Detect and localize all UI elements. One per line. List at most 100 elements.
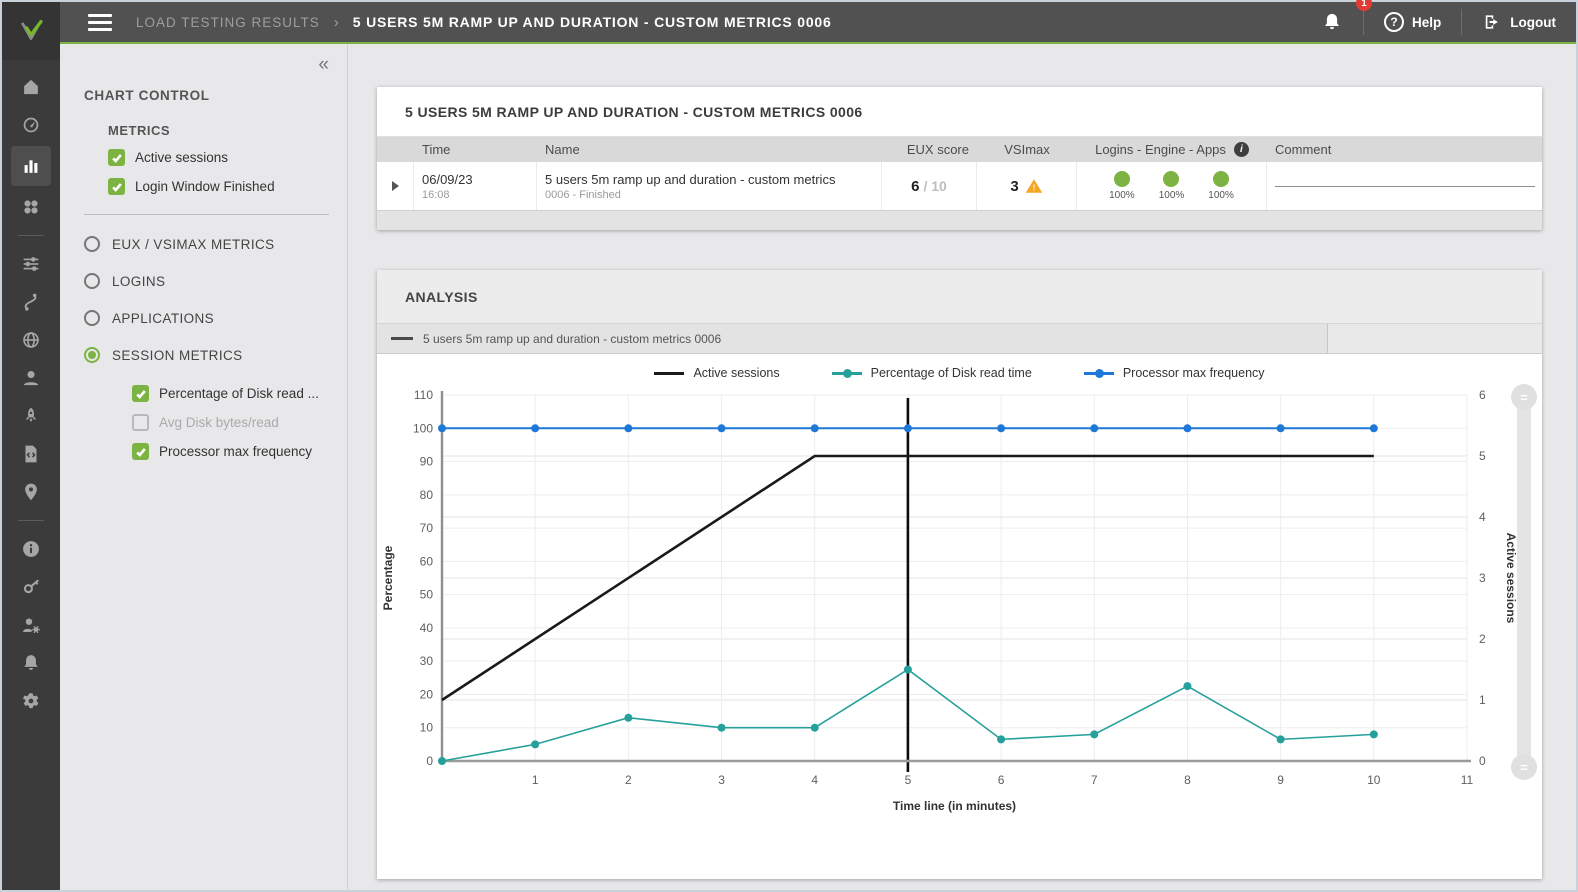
sidebar-item-sliders-icon[interactable] [11, 245, 51, 283]
sidebar-item-route-icon[interactable] [11, 283, 51, 321]
radio-icon[interactable] [84, 273, 100, 289]
sidebar-item-user-settings-icon[interactable] [11, 606, 51, 644]
legend-item[interactable]: Active sessions [654, 366, 779, 380]
group-radio-logins[interactable]: LOGINS [84, 273, 329, 289]
metric-checkbox-row: Avg Disk bytes/read [132, 413, 329, 432]
section-divider [84, 214, 329, 215]
group-radio-session-metrics[interactable]: SESSION METRICS [84, 347, 329, 363]
checkbox-icon[interactable] [108, 149, 125, 166]
load-testing-results-page: { "topbar": { "breadcrumb_root": "LOAD T… [0, 0, 1578, 892]
info-icon[interactable]: i [1234, 142, 1249, 157]
rail-divider [18, 520, 44, 521]
group-radio-eux-vsimax-metrics[interactable]: EUX / VSIMAX METRICS [84, 236, 329, 252]
right-axis-range-slider: = = [1511, 384, 1537, 780]
status-percent: 100% [1208, 190, 1234, 201]
gauge-icon [20, 114, 42, 136]
metric-label: Active sessions [135, 150, 228, 165]
sidebar-item-apps-icon[interactable] [11, 188, 51, 226]
app-logo[interactable] [2, 2, 60, 60]
slider-track[interactable] [1517, 394, 1531, 770]
sidebar-item-globe-icon[interactable] [11, 321, 51, 359]
series-toggle[interactable]: 5 users 5m ramp up and duration - custom… [377, 324, 1327, 353]
logo-icon [16, 16, 46, 46]
slider-handle-bottom[interactable]: = [1511, 754, 1537, 780]
logout-button[interactable]: Logout [1462, 2, 1576, 42]
breadcrumb-separator: › [334, 14, 339, 31]
sidebar-item-key-icon[interactable] [11, 568, 51, 606]
row-expander-icon[interactable] [392, 181, 399, 191]
breadcrumb-root[interactable]: LOAD TESTING RESULTS [136, 15, 320, 30]
key-icon [20, 576, 42, 598]
svg-text:70: 70 [420, 521, 434, 535]
svg-text:50: 50 [420, 588, 434, 602]
legend-item[interactable]: Percentage of Disk read time [832, 366, 1032, 380]
analysis-panel: ANALYSIS 5 users 5m ramp up and duration… [377, 270, 1542, 879]
home-icon [20, 76, 42, 98]
svg-text:5: 5 [1479, 449, 1486, 463]
legend-line-icon [832, 372, 862, 375]
sidebar-item-home-icon[interactable] [11, 68, 51, 106]
svg-text:6: 6 [998, 773, 1005, 787]
slider-handle-top[interactable]: = [1511, 384, 1537, 410]
group-radio-applications[interactable]: APPLICATIONS [84, 310, 329, 326]
line-chart: 0102030405060708090100110012345612345678… [377, 354, 1542, 879]
status-percent: 100% [1109, 190, 1135, 201]
sidebar-item-code-file-icon[interactable] [11, 435, 51, 473]
chart-control-panel: « CHART CONTROL METRICS Active sessions … [60, 44, 348, 890]
help-button[interactable]: ? Help [1364, 2, 1461, 42]
radio-icon[interactable] [84, 347, 100, 363]
group-label: EUX / VSIMAX METRICS [112, 237, 275, 252]
metric-label: Percentage of Disk read ... [159, 386, 319, 401]
sidebar-item-gear-icon[interactable] [11, 682, 51, 720]
sidebar-item-gauge-icon[interactable] [11, 106, 51, 144]
legend-item[interactable]: Processor max frequency [1084, 366, 1265, 380]
login-status-dots: 100% 100% 100% [1109, 171, 1234, 201]
test-date: 06/09/23 [422, 172, 473, 187]
sidebar-item-bar-chart-icon[interactable] [11, 146, 51, 186]
checkbox-icon[interactable] [108, 178, 125, 195]
login-status: 100% [1208, 171, 1234, 201]
sidebar-item-info-icon[interactable] [11, 530, 51, 568]
svg-text:!: ! [1032, 184, 1035, 193]
svg-text:100: 100 [413, 421, 433, 435]
radio-icon[interactable] [84, 310, 100, 326]
sidebar-item-bell-icon[interactable] [11, 644, 51, 682]
group-label: APPLICATIONS [112, 311, 214, 326]
location-pin-icon [20, 481, 42, 503]
metrics-checkbox-list: Active sessions Login Window Finished [84, 148, 329, 196]
checkbox-icon[interactable] [132, 385, 149, 402]
page-title: 5 USERS 5M RAMP UP AND DURATION - CUSTOM… [353, 14, 832, 30]
hamburger-menu-icon[interactable] [88, 10, 112, 35]
svg-text:30: 30 [420, 654, 434, 668]
checkbox-icon[interactable] [132, 414, 149, 431]
info-icon [20, 538, 42, 560]
svg-text:80: 80 [420, 488, 434, 502]
rocket-icon [20, 405, 42, 427]
svg-text:10: 10 [1367, 773, 1381, 787]
gear-icon [20, 690, 42, 712]
collapse-panel-icon[interactable]: « [84, 54, 329, 80]
col-eux-score: EUX score [882, 137, 977, 162]
svg-text:Time line (in minutes): Time line (in minutes) [893, 799, 1016, 813]
metric-checkbox-row: Processor max frequency [132, 442, 329, 461]
notifications-button[interactable]: 1 [1301, 2, 1363, 42]
svg-text:10: 10 [420, 721, 434, 735]
col-vsimax: VSImax [977, 137, 1077, 162]
sidebar-item-location-pin-icon[interactable] [11, 473, 51, 511]
user-settings-icon [20, 614, 42, 636]
table-row[interactable]: 06/09/23 16:08 5 users 5m ramp up and du… [377, 162, 1542, 210]
warning-icon: ! [1025, 178, 1043, 194]
eux-score-value: 6 [911, 178, 919, 195]
sidebar-item-user-icon[interactable] [11, 359, 51, 397]
test-time: 16:08 [422, 189, 450, 201]
checkbox-icon[interactable] [132, 443, 149, 460]
legend-label: Processor max frequency [1123, 366, 1265, 380]
sidebar-item-rocket-icon[interactable] [11, 397, 51, 435]
metric-checkbox-row: Active sessions [108, 148, 329, 167]
svg-text:0: 0 [1479, 754, 1486, 768]
login-status: 100% [1109, 171, 1135, 201]
radio-icon[interactable] [84, 236, 100, 252]
comment-input[interactable] [1275, 186, 1535, 187]
chart-legend: Active sessions Percentage of Disk read … [377, 366, 1542, 380]
svg-text:5: 5 [905, 773, 912, 787]
